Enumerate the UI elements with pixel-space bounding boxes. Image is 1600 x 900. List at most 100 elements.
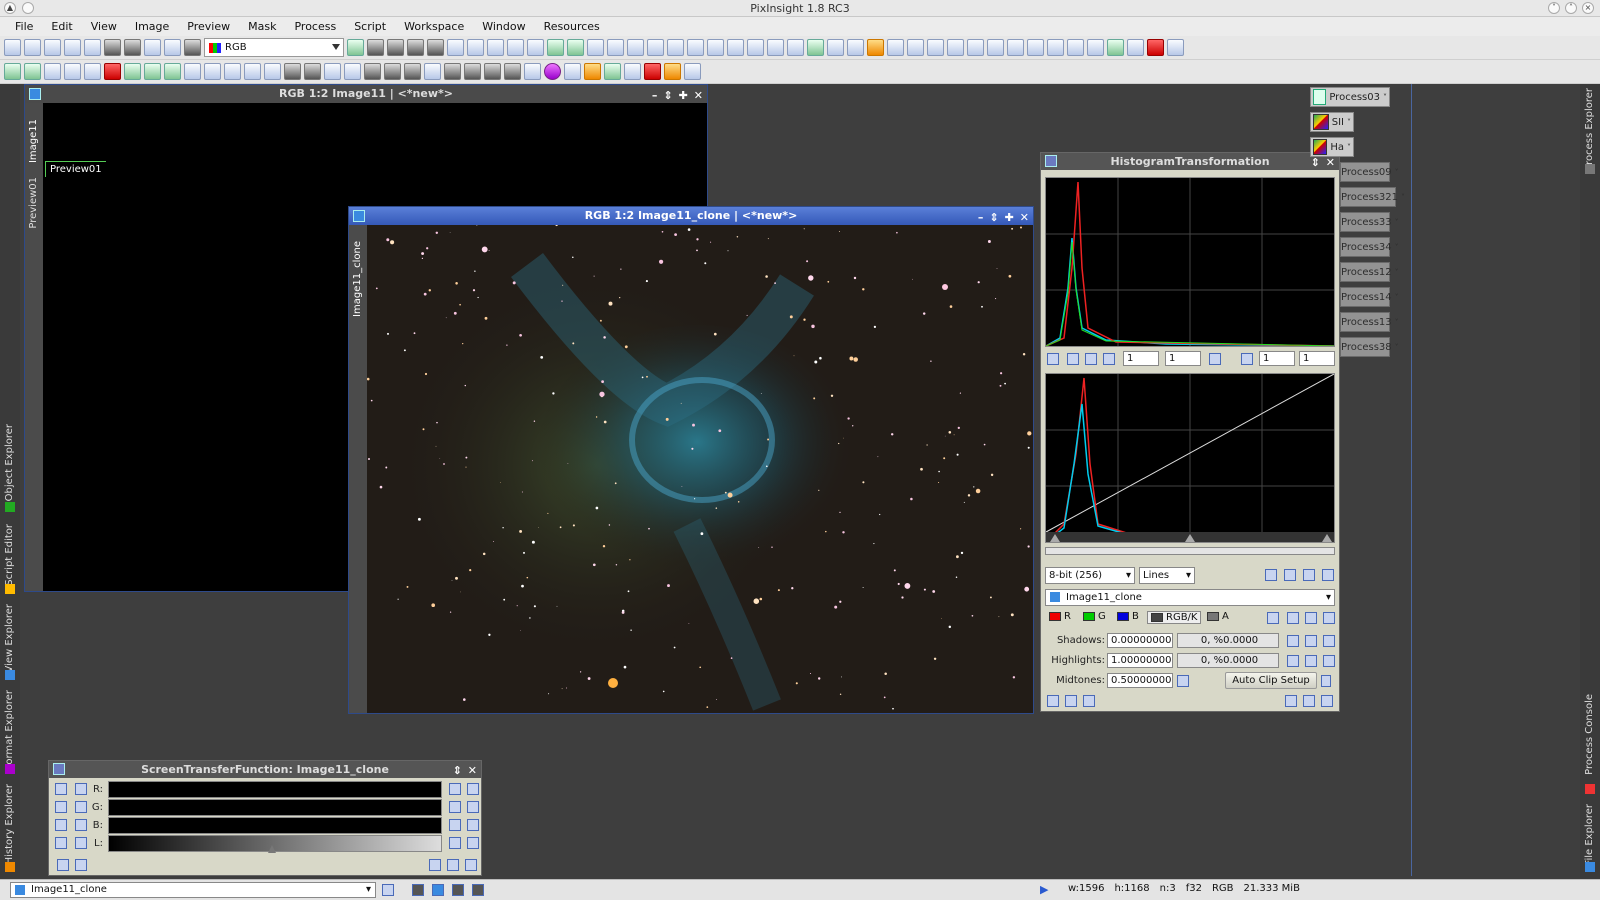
lock-zoom-icon[interactable]: [1209, 353, 1221, 365]
zoom-out-icon[interactable]: [627, 39, 644, 56]
shadows-reset-icon[interactable]: [1323, 635, 1335, 647]
arrange5-icon[interactable]: [1007, 39, 1024, 56]
process-3-icon[interactable]: [44, 63, 61, 80]
arrange9-icon[interactable]: [1087, 39, 1104, 56]
channel-rgbk[interactable]: RGB/K: [1147, 611, 1202, 624]
stack3-icon[interactable]: [427, 39, 444, 56]
arrange6-icon[interactable]: [1027, 39, 1044, 56]
stf-r-auto-icon[interactable]: [449, 783, 461, 795]
zoom-c-icon[interactable]: [687, 39, 704, 56]
stf-apply-icon[interactable]: [447, 859, 459, 871]
gray-6-icon[interactable]: [384, 63, 401, 80]
target-view-select[interactable]: Image11_clone ▾: [1045, 589, 1335, 606]
arrange-icon[interactable]: [927, 39, 944, 56]
stf-minus-icon[interactable]: [75, 819, 87, 831]
cylinder-icon[interactable]: [624, 63, 641, 80]
panel-close-icon[interactable]: ✕: [468, 762, 477, 779]
tab-process-explorer[interactable]: Process Explorer: [1584, 88, 1595, 171]
frame2-icon[interactable]: [727, 39, 744, 56]
frame3-icon[interactable]: [747, 39, 764, 56]
window-shade-icon[interactable]: ⇕: [663, 87, 672, 105]
zoom-3-icon[interactable]: [527, 39, 544, 56]
process-icon-process38[interactable]: Process38 ˅: [1340, 337, 1399, 357]
output-histogram[interactable]: [1045, 177, 1335, 347]
apply-icon[interactable]: [1303, 695, 1315, 707]
process-7-icon[interactable]: [124, 63, 141, 80]
diamond-icon[interactable]: [604, 63, 621, 80]
new-instance-icon[interactable]: [1047, 695, 1059, 707]
channel-r[interactable]: R: [1049, 611, 1071, 622]
resolution-select[interactable]: 8-bit (256) ▾: [1045, 567, 1135, 584]
stf-g-reset-icon[interactable]: [467, 801, 479, 813]
stf-midtone-slider-icon[interactable]: [268, 845, 276, 853]
white-point-icon[interactable]: [1305, 612, 1317, 624]
stf-b-auto-icon[interactable]: [449, 819, 461, 831]
menu-script[interactable]: Script: [345, 20, 395, 33]
color-icon[interactable]: [184, 39, 201, 56]
histogram-scrollbar[interactable]: [1045, 547, 1335, 555]
zoom-b-icon[interactable]: [667, 39, 684, 56]
triangle-icon[interactable]: [584, 63, 601, 80]
tab-history-explorer[interactable]: History Explorer: [4, 784, 15, 864]
window-maximize-icon[interactable]: ✚: [679, 87, 688, 105]
cascade-icon[interactable]: [907, 39, 924, 56]
flip-icon[interactable]: [244, 63, 261, 80]
process-icon-process321[interactable]: Process321 ˅: [1340, 187, 1405, 207]
menu-workspace[interactable]: Workspace: [395, 20, 473, 33]
pin-icon[interactable]: [22, 2, 34, 14]
cumulative-icon[interactable]: [1284, 569, 1296, 581]
display-mode-4-icon[interactable]: [472, 884, 484, 896]
process-icon-sii[interactable]: SII ˅: [1310, 112, 1354, 132]
gray-12-icon[interactable]: [504, 63, 521, 80]
arrange7-icon[interactable]: [1047, 39, 1064, 56]
window-icon[interactable]: [767, 39, 784, 56]
zoom-2-icon[interactable]: [507, 39, 524, 56]
process-icon-process34[interactable]: Process34 ˅: [1340, 237, 1399, 257]
preview2-icon[interactable]: [827, 39, 844, 56]
channel-select[interactable]: RGB: [204, 38, 344, 57]
cube-icon[interactable]: [564, 63, 581, 80]
stf-l-reset-icon[interactable]: [467, 837, 479, 849]
preview4-icon[interactable]: [867, 39, 884, 56]
track-view-icon[interactable]: [1267, 612, 1279, 624]
close-icon[interactable]: ×: [1582, 2, 1594, 14]
play-icon[interactable]: ▶: [1040, 883, 1048, 896]
stf-b-reset-icon[interactable]: [467, 819, 479, 831]
tab-script-editor[interactable]: Script Editor: [4, 524, 15, 586]
preview3-icon[interactable]: [847, 39, 864, 56]
highlights-auto2-icon[interactable]: [1305, 655, 1317, 667]
tab-file-explorer[interactable]: File Explorer: [1584, 804, 1595, 866]
histogram-titlebar[interactable]: HistogramTransformation ⇕ ✕: [1041, 153, 1339, 170]
menu-window[interactable]: Window: [473, 20, 534, 33]
process-4-icon[interactable]: [64, 63, 81, 80]
minimize-icon[interactable]: ˅: [1548, 2, 1560, 14]
gray-9-icon[interactable]: [444, 63, 461, 80]
icons4-icon[interactable]: [1167, 39, 1184, 56]
play-icon[interactable]: [644, 63, 661, 80]
rotate-icon[interactable]: [184, 63, 201, 80]
midtones-field[interactable]: 0.50000000: [1107, 673, 1173, 688]
preview01-label[interactable]: Preview01: [45, 161, 106, 177]
grid-icon[interactable]: [1322, 569, 1334, 581]
process-1-icon[interactable]: [4, 63, 21, 80]
pointer-icon[interactable]: [587, 39, 604, 56]
gray-2-icon[interactable]: [304, 63, 321, 80]
down-arrow-icon[interactable]: [1241, 353, 1253, 365]
readout2-icon[interactable]: [567, 39, 584, 56]
menu-preview[interactable]: Preview: [178, 20, 239, 33]
zoom-fit-icon[interactable]: [1067, 353, 1079, 365]
stf-arrows-icon[interactable]: [75, 837, 87, 849]
new-preview-icon[interactable]: [347, 39, 364, 56]
display-mode-2-icon[interactable]: [432, 884, 444, 896]
process-icon-process14[interactable]: Process14 ˅: [1340, 287, 1399, 307]
invert-mask-icon[interactable]: [124, 39, 141, 56]
tab-process-console[interactable]: Process Console: [1584, 694, 1595, 775]
display-mode-3-icon[interactable]: [452, 884, 464, 896]
black-point-icon[interactable]: [1287, 612, 1299, 624]
process-icon-process33[interactable]: Process33 ˅: [1340, 212, 1399, 232]
show-mask-icon[interactable]: [144, 39, 161, 56]
gray-8-icon[interactable]: [424, 63, 441, 80]
arrange8-icon[interactable]: [1067, 39, 1084, 56]
stf-g-auto-icon[interactable]: [449, 801, 461, 813]
flip2-icon[interactable]: [264, 63, 281, 80]
